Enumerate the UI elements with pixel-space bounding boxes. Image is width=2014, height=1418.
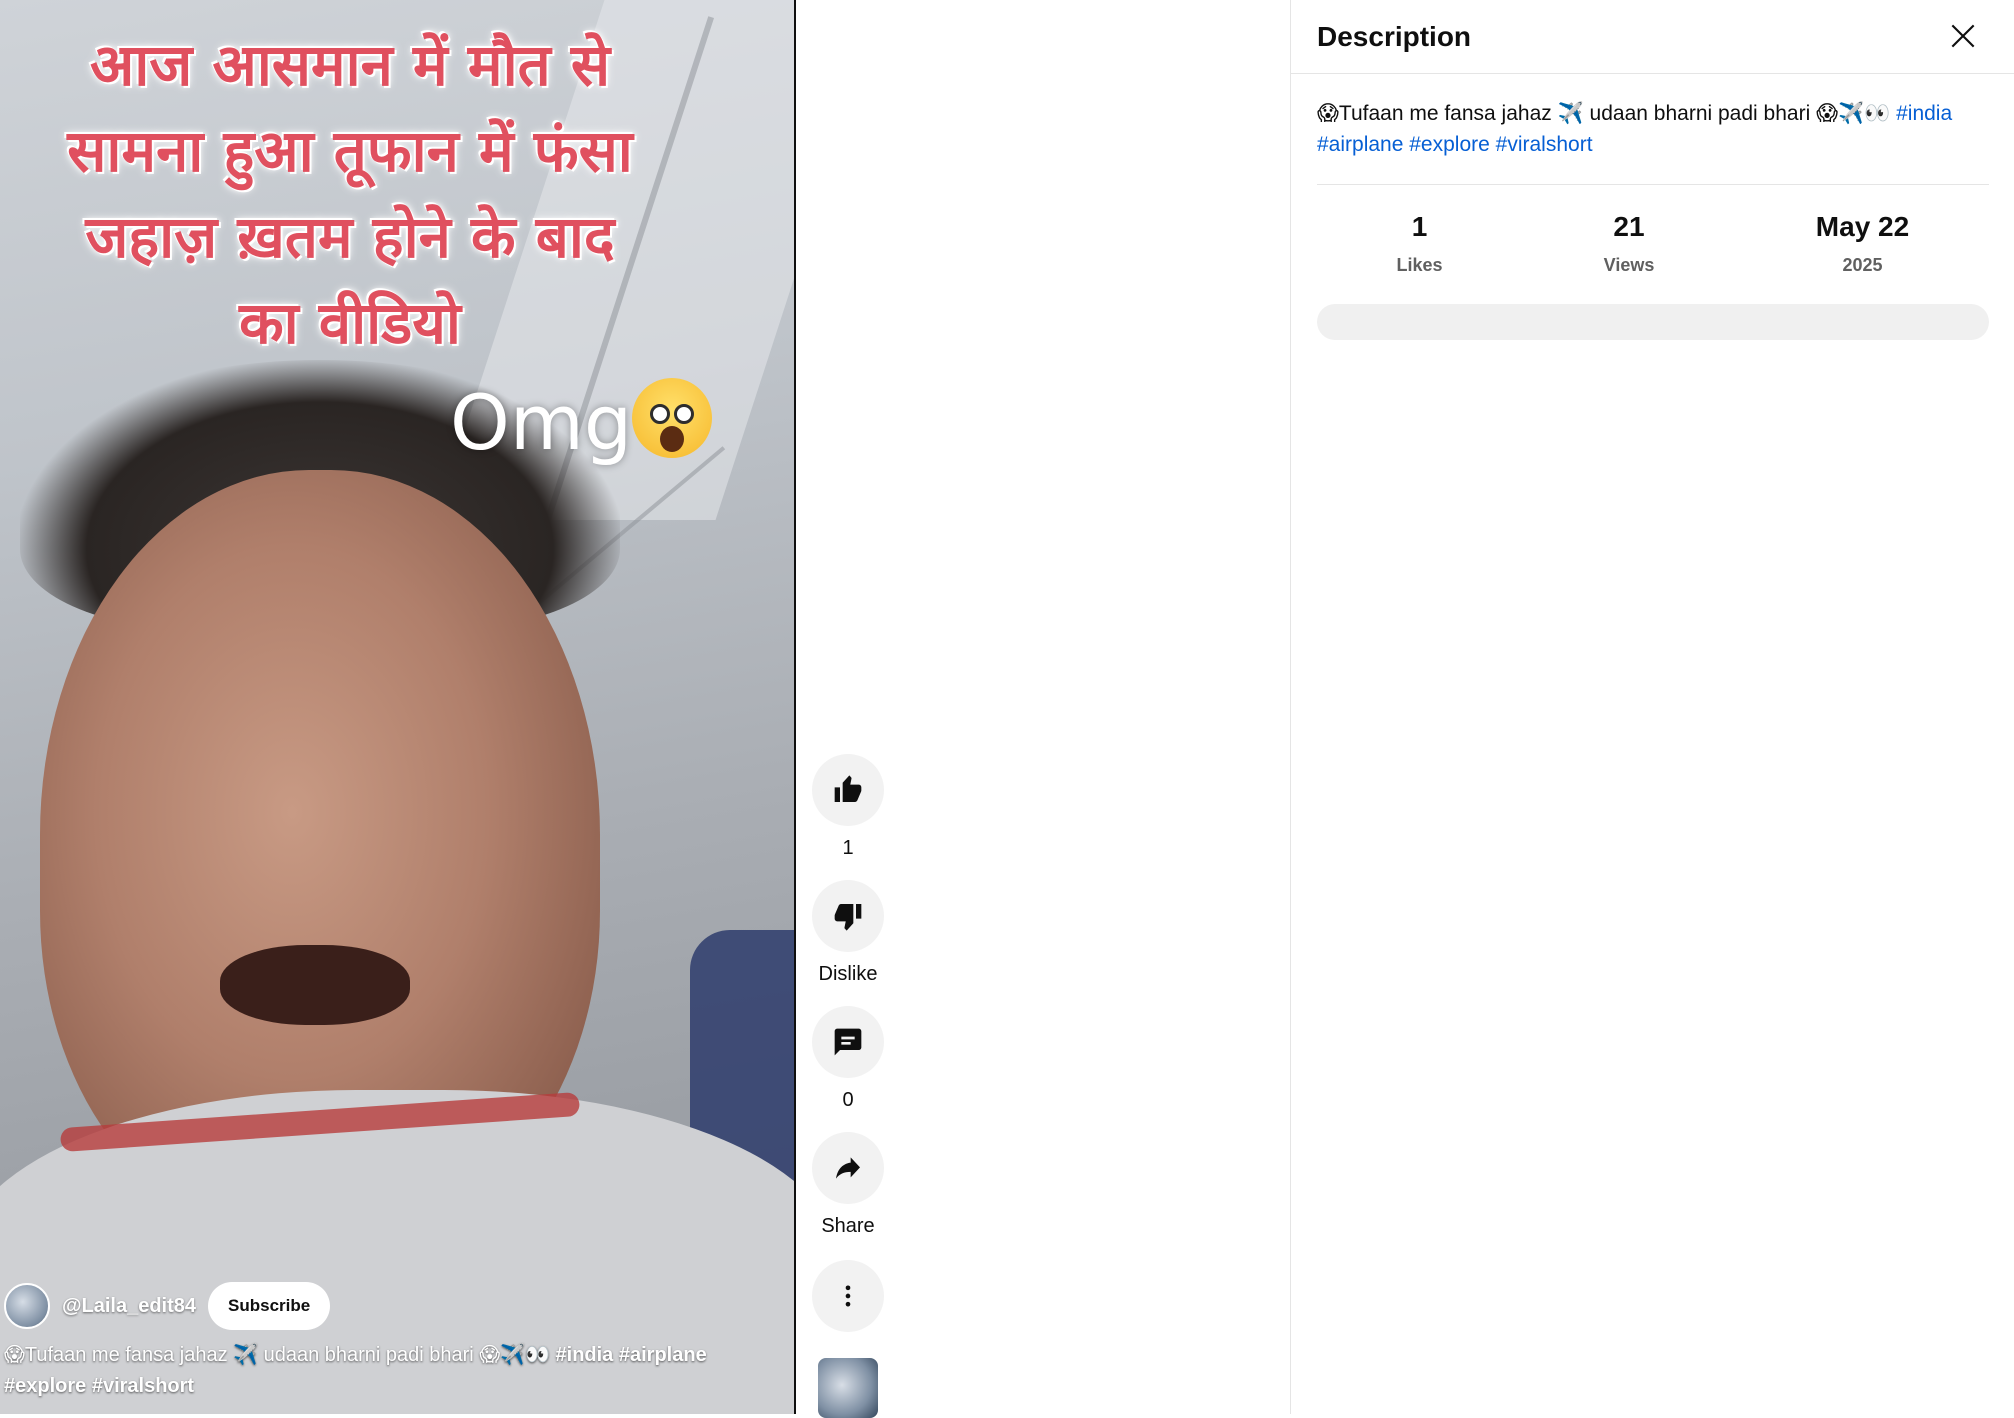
close-button[interactable] xyxy=(1941,14,1985,58)
stat-value: 1 xyxy=(1411,211,1428,242)
share-label: Share xyxy=(821,1215,875,1237)
description-panel: Description 😱Tufaan me fansa jahaz ✈️ ud… xyxy=(1290,0,2014,1414)
like-icon xyxy=(834,775,862,802)
description-body: 😱Tufaan me fansa jahaz ✈️ udaan bharni p… xyxy=(1317,102,1897,125)
stat-views: 21 Views xyxy=(1522,211,1736,276)
dislike-action: Dislike xyxy=(812,880,884,986)
like-count: 1 xyxy=(842,837,854,859)
subscribe-button[interactable]: Subscribe xyxy=(208,1282,331,1330)
dislike-button[interactable] xyxy=(812,880,884,952)
channel-row: @Laila_edit84 Subscribe xyxy=(4,1282,331,1330)
comment-button[interactable] xyxy=(812,1006,884,1078)
description-text: 😱Tufaan me fansa jahaz ✈️ udaan bharni p… xyxy=(1317,98,1989,185)
hashtag-link[interactable]: #india xyxy=(1896,102,1952,125)
like-button[interactable] xyxy=(812,754,884,826)
more-options-button[interactable] xyxy=(812,1260,884,1332)
overlay-line: जहाज़ ख़तम होने के बाद xyxy=(85,203,615,271)
channel-name[interactable]: @Laila_edit84 xyxy=(62,1295,196,1318)
hashtag-link[interactable]: #explore xyxy=(1409,133,1490,156)
comment-count: 0 xyxy=(842,1089,854,1111)
like-action: 1 xyxy=(812,754,884,860)
caption-text: 😱Tufaan me fansa jahaz ✈️ udaan bharni p… xyxy=(4,1344,556,1366)
comment-action: 0 xyxy=(812,1006,884,1112)
stat-label: Likes xyxy=(1396,255,1443,275)
omg-text: Omg xyxy=(450,378,633,467)
stat-date: May 22 2025 xyxy=(1736,211,1989,276)
stats-row: 1 Likes 21 Views May 22 2025 xyxy=(1317,211,1989,276)
overlay-line: सामना हुआ तूफान में फंसा xyxy=(67,117,633,185)
hashtag-link[interactable]: #airplane xyxy=(1317,133,1403,156)
share-action: Share xyxy=(812,1132,884,1238)
panel-title: Description xyxy=(1317,20,1472,52)
overlay-line: आज आसमान में मौत से xyxy=(89,31,611,99)
channel-thumbnail[interactable] xyxy=(818,1358,878,1418)
person-mouth xyxy=(220,945,410,1025)
share-button[interactable] xyxy=(812,1132,884,1204)
action-bar: 1 Dislike 0 Share xyxy=(812,754,884,1418)
stat-label: 2025 xyxy=(1842,255,1883,275)
stat-value: 21 xyxy=(1613,211,1645,242)
comment-icon xyxy=(834,1028,862,1056)
overlay-line: का वीडियो xyxy=(239,289,461,357)
player-divider xyxy=(794,0,796,1414)
share-icon xyxy=(836,1157,860,1179)
stat-likes: 1 Likes xyxy=(1317,211,1522,276)
dislike-label: Dislike xyxy=(818,963,878,985)
video-caption[interactable]: 😱Tufaan me fansa jahaz ✈️ udaan bharni p… xyxy=(4,1340,784,1402)
panel-header: Description xyxy=(1291,0,2014,74)
loading-placeholder xyxy=(1317,304,1989,340)
hashtag-link[interactable]: #viralshort xyxy=(1496,133,1593,156)
close-icon xyxy=(1951,24,1975,48)
stat-label: Views xyxy=(1603,255,1655,275)
more-vert-icon xyxy=(845,1285,851,1307)
channel-avatar[interactable] xyxy=(4,1283,50,1329)
video-player[interactable]: आज आसमान में मौत से सामना हुआ तूफान में … xyxy=(0,0,794,1414)
video-overlay-text: आज आसमान में मौत से सामना हुआ तूफान में … xyxy=(20,22,680,366)
dislike-icon xyxy=(834,904,862,931)
scared-face-emoji-icon xyxy=(632,378,712,458)
stat-value: May 22 xyxy=(1815,211,1910,242)
